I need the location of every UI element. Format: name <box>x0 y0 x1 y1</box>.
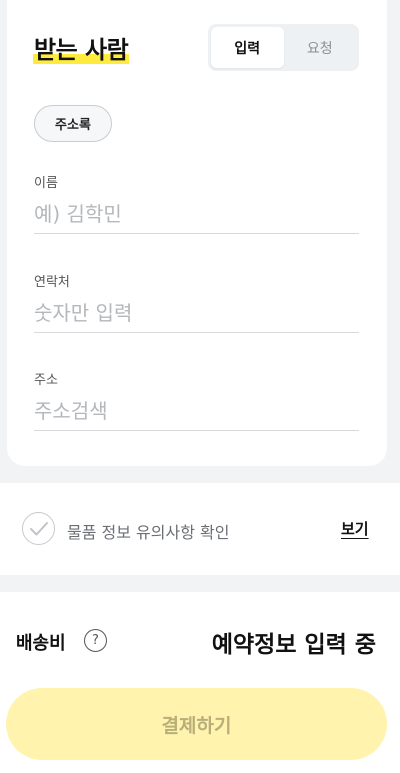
notice-confirm-row: 물품 정보 유의사항 확인 보기 <box>0 483 400 575</box>
address-label: 주소 <box>34 373 58 388</box>
notice-checkbox[interactable] <box>22 512 55 545</box>
tab-input[interactable]: 입력 <box>211 27 284 68</box>
reservation-status-text: 예약정보 입력 중 <box>211 632 376 658</box>
page-title: 받는 사람 <box>34 36 129 64</box>
tab-request[interactable]: 요청 <box>284 27 357 68</box>
recipient-card: 받는 사람 입력 요청 주소록 이름 연락처 주소 <box>7 0 387 466</box>
notice-text: 물품 정보 유의사항 확인 <box>67 523 230 542</box>
title-wrap: 받는 사람 <box>33 30 130 65</box>
check-icon <box>29 521 48 535</box>
address-search-input[interactable] <box>34 397 359 431</box>
phone-label: 연락처 <box>34 275 70 290</box>
name-field: 이름 <box>34 172 359 234</box>
input-mode-toggle: 입력 요청 <box>208 24 359 71</box>
payment-footer: 배송비 ? 예약정보 입력 중 결제하기 <box>0 592 400 773</box>
phone-field: 연락처 <box>34 271 359 333</box>
phone-input[interactable] <box>34 299 359 333</box>
pay-button[interactable]: 결제하기 <box>6 688 387 760</box>
shipping-fee-label: 배송비 <box>16 633 66 654</box>
view-notice-link[interactable]: 보기 <box>341 518 369 539</box>
address-field: 주소 <box>34 369 359 431</box>
address-book-button[interactable]: 주소록 <box>34 105 112 142</box>
name-label: 이름 <box>34 176 58 191</box>
name-input[interactable] <box>34 200 359 234</box>
question-circle-icon[interactable]: ? <box>84 629 107 652</box>
